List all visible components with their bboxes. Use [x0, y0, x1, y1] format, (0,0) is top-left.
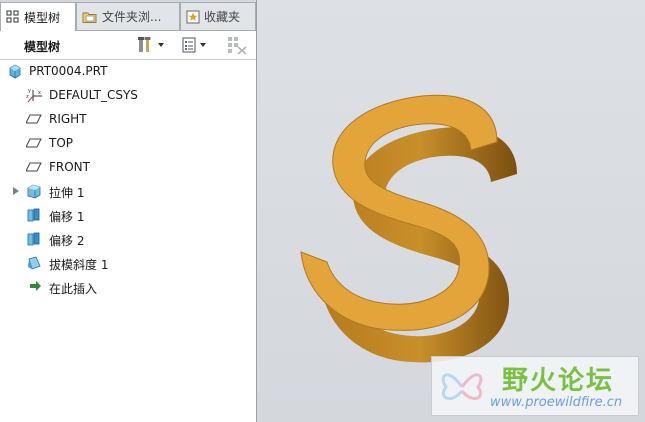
- settings-button[interactable]: [136, 35, 166, 55]
- tab-label: 文件夹浏...: [102, 10, 162, 24]
- tree-filter-button[interactable]: [226, 35, 248, 55]
- datum-plane-icon: [26, 114, 42, 124]
- chevron-down-icon: [158, 43, 164, 47]
- tree-root-part[interactable]: PRT0004.PRT: [0, 60, 256, 82]
- tree-item-front[interactable]: FRONT: [0, 156, 256, 178]
- extrude-icon: [27, 184, 41, 199]
- watermark-title: 野火论坛: [502, 366, 615, 396]
- part-icon: [9, 64, 21, 79]
- tree-item-label: TOP: [49, 136, 74, 150]
- insert-here-arrow-icon: [30, 281, 41, 291]
- tree-item-label: 拉伸 1: [49, 186, 85, 200]
- tree-item-label: 偏移 1: [49, 210, 85, 224]
- tree-item-draft-1[interactable]: 拔模斜度 1: [0, 252, 256, 274]
- tab-model-tree[interactable]: 模型树: [0, 2, 76, 31]
- favorites-icon: [186, 10, 200, 23]
- model-tree-icon: [6, 10, 19, 23]
- navigator-panel: 模型树 文件夹浏... 收藏夹 模型树 PRT0004.PRT y x z DE…: [0, 0, 257, 422]
- datum-plane-icon: [26, 162, 42, 172]
- offset-icon: [27, 232, 40, 246]
- tree-item-label: PRT0004.PRT: [29, 64, 108, 78]
- tree-item-label: 偏移 2: [49, 234, 85, 248]
- tree-item-extrude-1[interactable]: 拉伸 1: [0, 180, 256, 202]
- tree-item-offset-1[interactable]: 偏移 1: [0, 204, 256, 226]
- tab-favorites[interactable]: 收藏夹: [180, 2, 256, 30]
- draft-icon: [28, 256, 41, 270]
- model-tree-title: 模型树: [24, 40, 61, 54]
- list-show-icon: [182, 37, 196, 53]
- tab-label: 模型树: [24, 10, 61, 25]
- svg-text:z: z: [26, 94, 29, 100]
- tree-filter-icon: [228, 37, 247, 55]
- expand-arrow-icon[interactable]: [12, 186, 20, 196]
- navigator-tabbar: 模型树 文件夹浏... 收藏夹: [0, 0, 256, 31]
- offset-icon: [27, 208, 40, 222]
- tree-item-top[interactable]: TOP: [0, 132, 256, 154]
- graphics-viewport[interactable]: 野火论坛 www.proewildfire.cn: [257, 0, 645, 422]
- tree-item-label: RIGHT: [49, 112, 87, 126]
- tree-item-insert-here[interactable]: 在此插入: [0, 276, 256, 298]
- tree-item-label: FRONT: [49, 160, 90, 174]
- datum-plane-icon: [26, 138, 42, 148]
- butterfly-logo-icon: [441, 373, 483, 401]
- tools-icon: [138, 37, 151, 52]
- tab-folder-browser[interactable]: 文件夹浏...: [76, 2, 180, 30]
- tree-item-label: 拔模斜度 1: [49, 258, 109, 272]
- watermark-url: www.proewildfire.cn: [490, 395, 623, 410]
- tree-item-offset-2[interactable]: 偏移 2: [0, 228, 256, 250]
- model-tree-toolbar: 模型树: [0, 31, 256, 60]
- tree-item-default-csys[interactable]: y x z DEFAULT_CSYS: [0, 84, 256, 106]
- pro-engineer-window: 模型树 文件夹浏... 收藏夹 模型树 PRT0004.PRT y x z DE…: [0, 0, 645, 422]
- chevron-down-icon: [200, 43, 206, 47]
- folder-browser-icon: [82, 12, 97, 23]
- tree-item-right[interactable]: RIGHT: [0, 108, 256, 130]
- svg-text:x: x: [38, 90, 41, 96]
- tree-item-label: DEFAULT_CSYS: [49, 88, 138, 102]
- coordinate-system-icon: y x z: [26, 88, 42, 103]
- show-button[interactable]: [180, 35, 208, 55]
- tree-item-label: 在此插入: [49, 282, 98, 296]
- forum-watermark: 野火论坛 www.proewildfire.cn: [431, 356, 639, 416]
- tab-label: 收藏夹: [204, 10, 241, 24]
